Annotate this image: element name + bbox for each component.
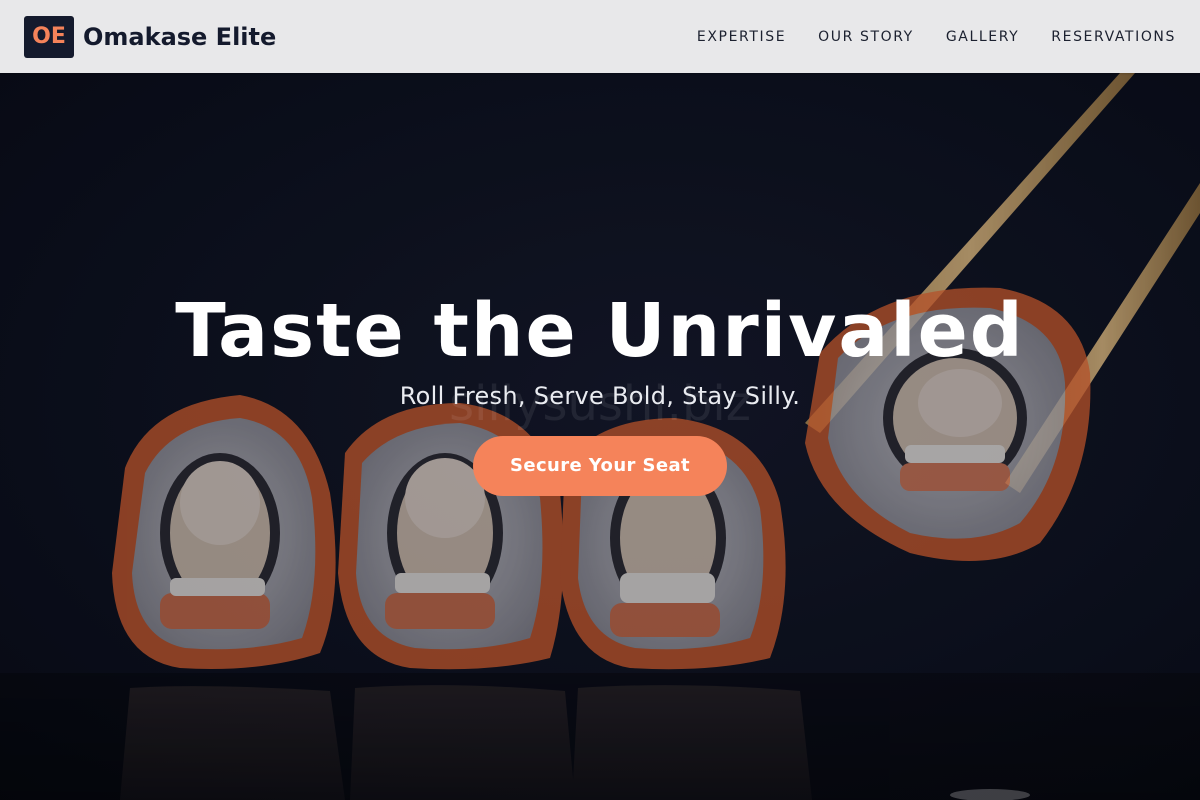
brand[interactable]: OE Omakase Elite (24, 15, 276, 58)
hero-title: Taste the Unrivaled (175, 288, 1025, 374)
logo-initials: OE (32, 24, 66, 49)
nav-link-reservations[interactable]: RESERVATIONS (1051, 29, 1176, 45)
logo[interactable]: OE (24, 15, 74, 58)
main-nav: EXPERTISE OUR STORY GALLERY RESERVATIONS (697, 29, 1176, 45)
nav-link-expertise[interactable]: EXPERTISE (697, 29, 786, 45)
brand-name[interactable]: Omakase Elite (83, 23, 276, 51)
secure-seat-button[interactable]: Secure Your Seat (473, 436, 727, 496)
hero-content: Taste the Unrivaled Roll Fresh, Serve Bo… (0, 288, 1200, 496)
top-navigation-bar: OE Omakase Elite EXPERTISE OUR STORY GAL… (0, 0, 1200, 73)
hero-section: sillysushi.biz Taste the Unrivaled Roll … (0, 73, 1200, 800)
nav-link-our-story[interactable]: OUR STORY (818, 29, 914, 45)
nav-link-gallery[interactable]: GALLERY (946, 29, 1019, 45)
hero-tagline: Roll Fresh, Serve Bold, Stay Silly. (399, 382, 801, 410)
